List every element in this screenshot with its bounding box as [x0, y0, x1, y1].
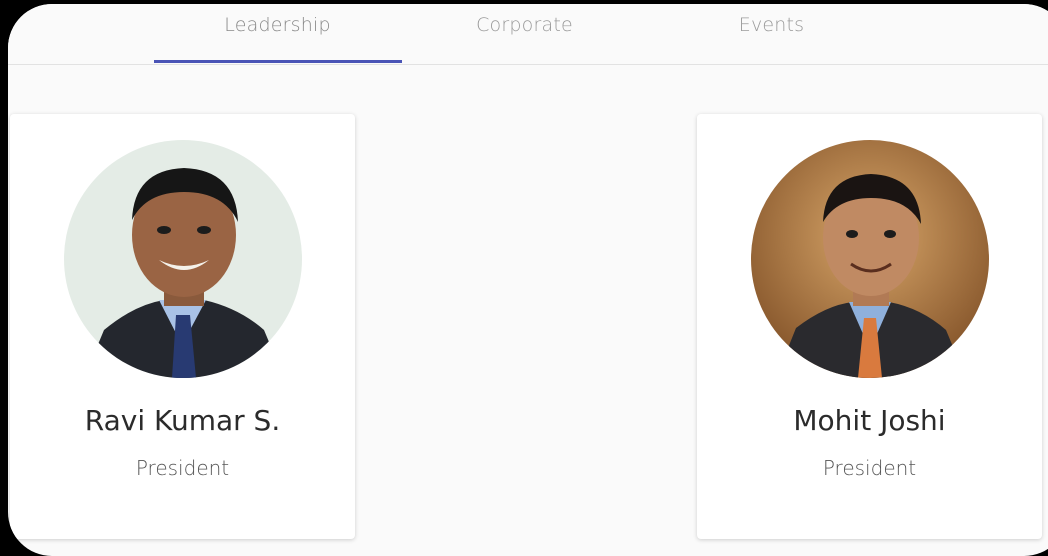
tab-corporate[interactable]: Corporate [401, 14, 648, 44]
person-name: Mohit Joshi [793, 404, 946, 437]
person-photo-icon [63, 140, 302, 378]
person-role: President [822, 456, 917, 480]
person-card[interactable]: Mohit Joshi President [697, 114, 1042, 539]
app-frame: Leadership Corporate Events Ravi Kumar S… [8, 4, 1048, 556]
tab-bar: Leadership Corporate Events [8, 4, 1048, 65]
person-photo [750, 140, 989, 378]
person-name: Ravi Kumar S. [84, 404, 281, 437]
tab-leadership[interactable]: Leadership [154, 14, 401, 44]
person-photo [63, 140, 302, 378]
person-role: President [135, 456, 230, 480]
person-photo-icon [750, 140, 989, 378]
tab-events[interactable]: Events [648, 14, 895, 44]
active-tab-indicator [154, 60, 402, 63]
person-card[interactable]: Ravi Kumar S. President [10, 114, 355, 539]
